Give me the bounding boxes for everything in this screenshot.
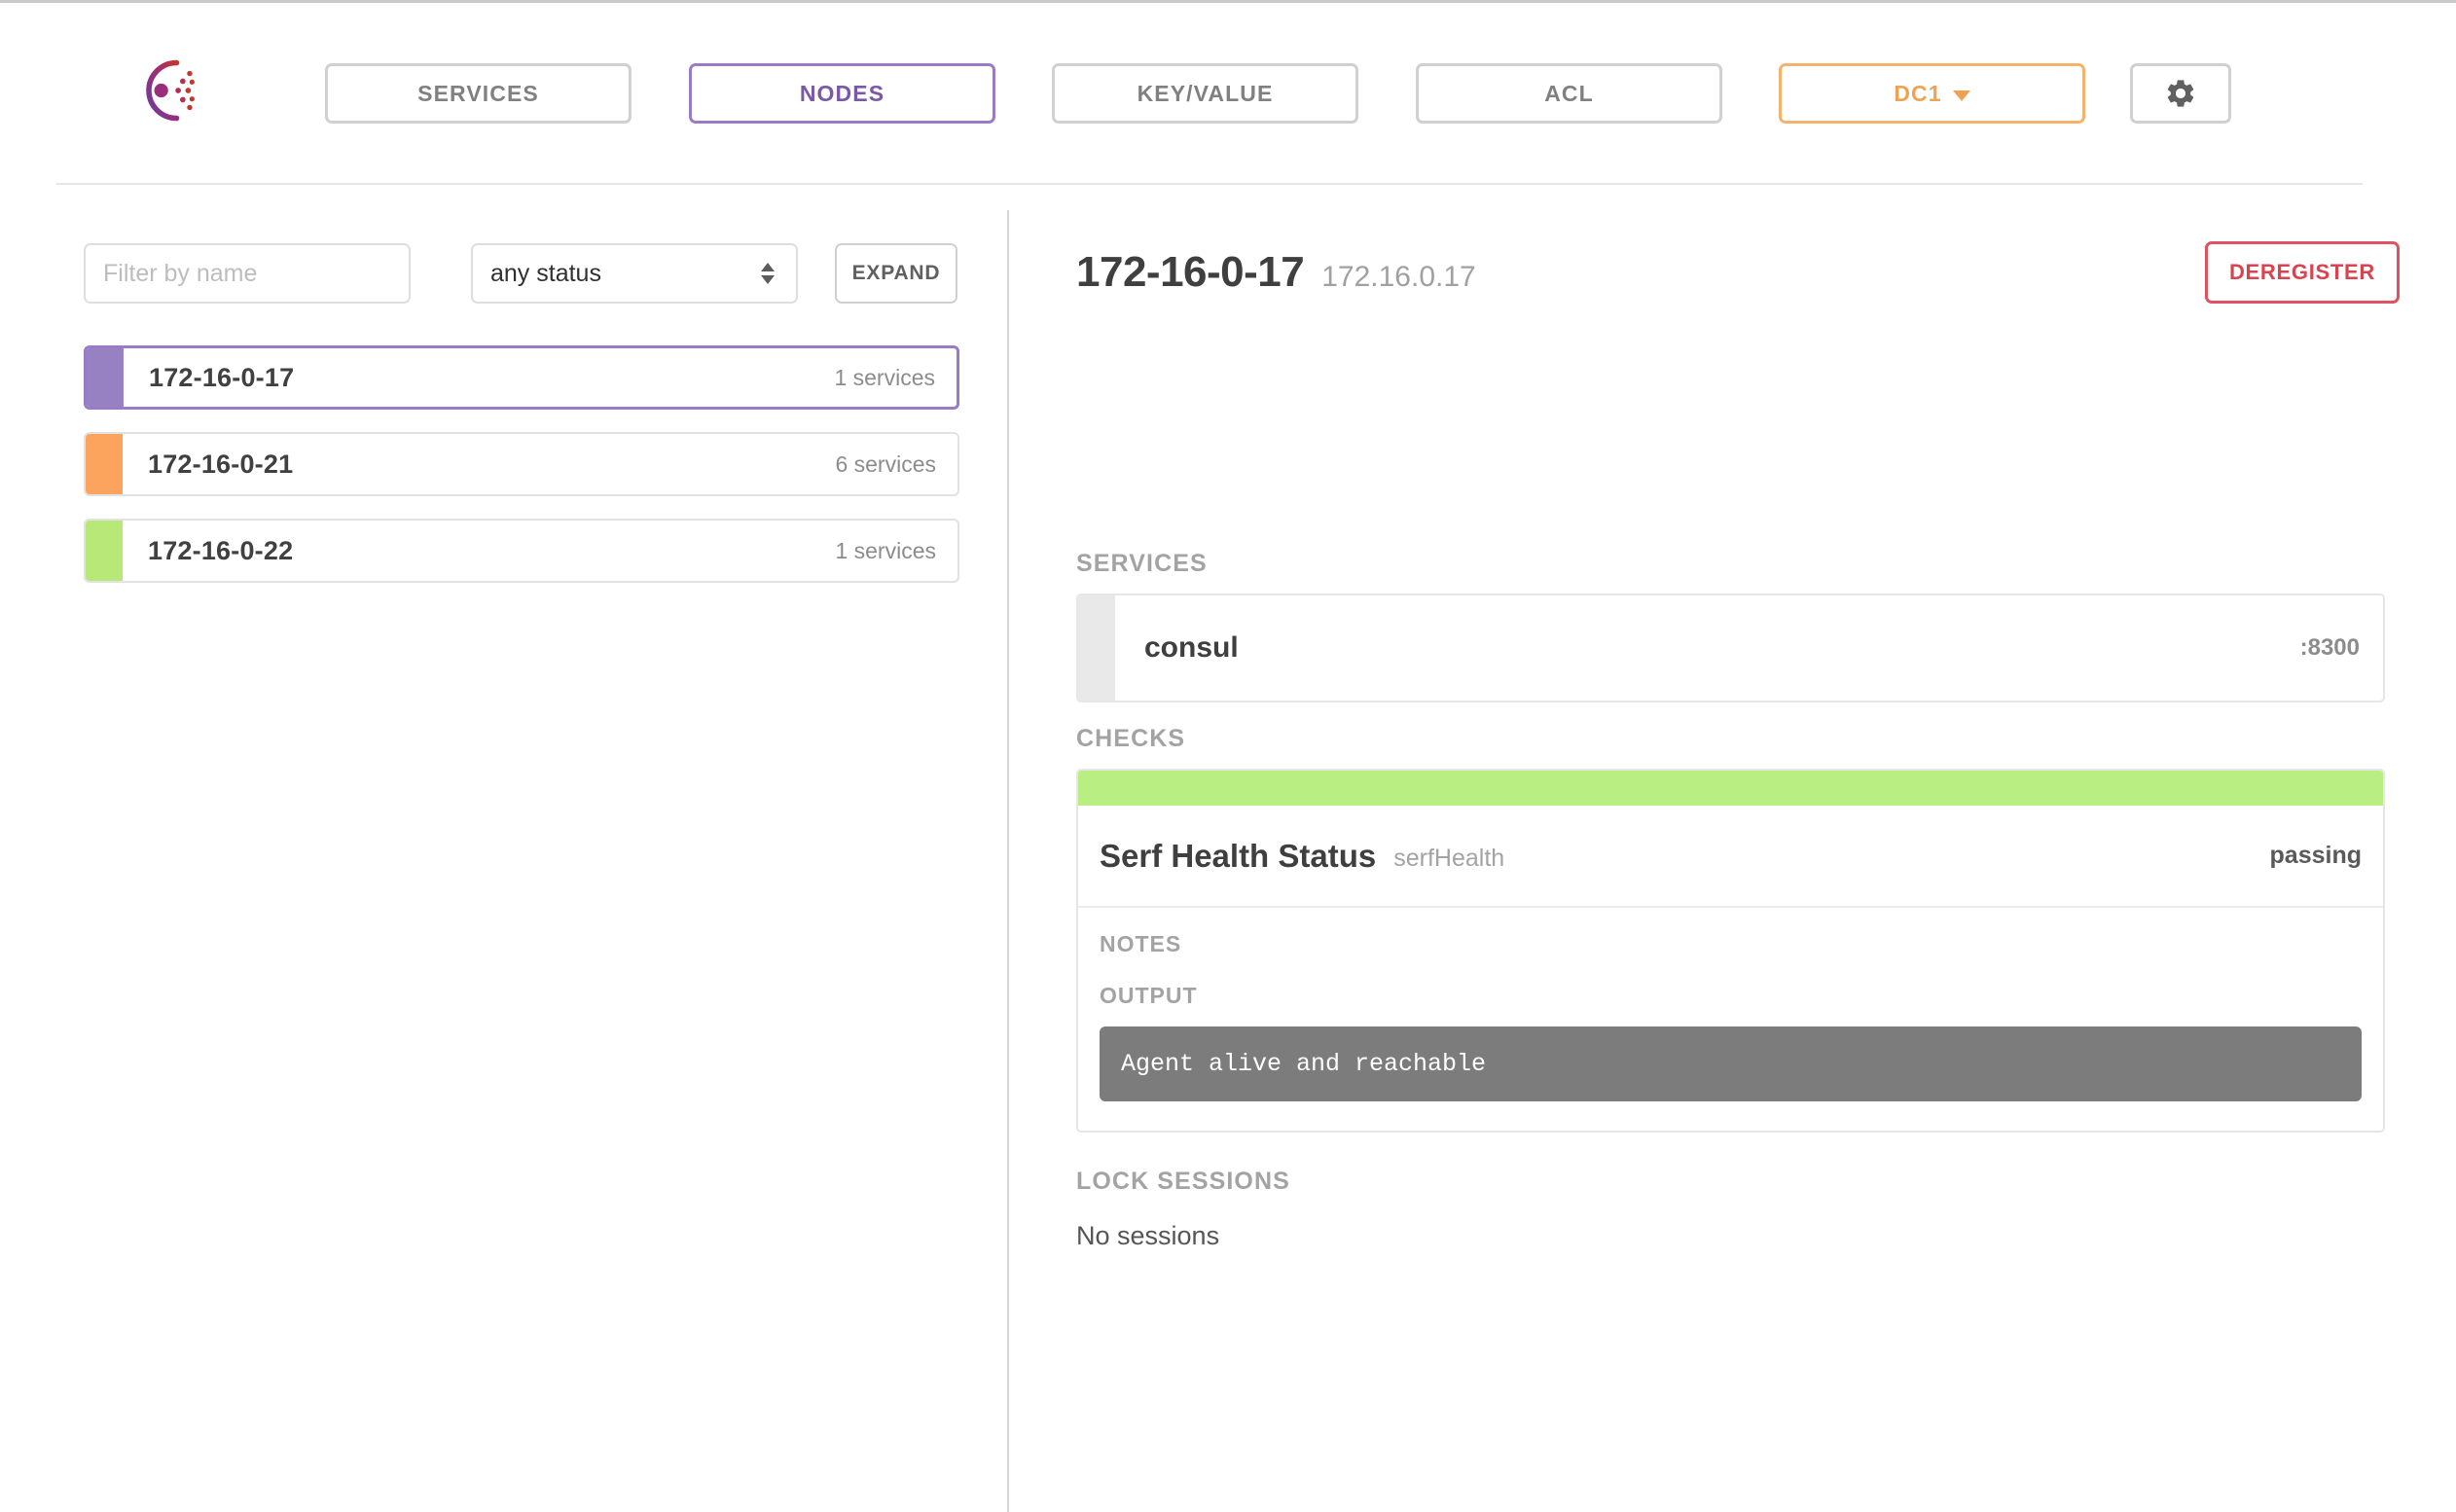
node-name: 172-16-0-22 (148, 536, 293, 566)
check-status-bar (1078, 771, 2383, 806)
datacenter-label: DC1 (1894, 81, 1941, 107)
tab-nodes-label: NODES (800, 81, 885, 107)
node-list-item-172-16-0-17[interactable]: 172-16-0-17 1 services (84, 345, 959, 410)
tab-nodes[interactable]: NODES (689, 63, 995, 124)
tab-acl[interactable]: ACL (1416, 63, 1722, 124)
select-arrows-icon (761, 263, 775, 284)
check-output: Agent alive and reachable (1100, 1026, 2362, 1101)
service-status-bar (1078, 595, 1115, 701)
expand-button-label: EXPAND (852, 262, 941, 285)
tab-acl-label: ACL (1544, 81, 1594, 107)
check-header: Serf Health Status serfHealth passing (1078, 806, 2383, 908)
node-name: 172-16-0-21 (148, 450, 293, 480)
deregister-button[interactable]: DEREGISTER (2205, 241, 2400, 304)
page-title: 172-16-0-17 (1076, 248, 1304, 297)
node-list-item-172-16-0-22[interactable]: 172-16-0-22 1 services (84, 519, 959, 583)
expand-button[interactable]: EXPAND (835, 243, 957, 304)
consul-logo-icon[interactable] (127, 54, 207, 127)
node-status-bar (86, 521, 123, 581)
filter-by-name-input[interactable] (84, 243, 411, 304)
node-name: 172-16-0-17 (149, 363, 294, 393)
check-id: serfHealth (1393, 845, 1504, 873)
tab-services[interactable]: SERVICES (325, 63, 632, 124)
node-detail-header: 172-16-0-17 172.16.0.17 DEREGISTER (1076, 224, 2400, 321)
node-service-count: 1 services (835, 538, 936, 564)
node-list-panel: any status EXPAND 172-16-0-17 1 services… (0, 195, 1008, 1512)
node-list: 172-16-0-17 1 services 172-16-0-21 6 ser… (84, 345, 959, 605)
status-badge: passing (2270, 842, 2362, 870)
service-port: :8300 (2300, 634, 2360, 662)
node-detail-panel: 172-16-0-17 172.16.0.17 DEREGISTER SERVI… (1008, 195, 2456, 1512)
node-status-bar (87, 348, 124, 407)
node-address: 172.16.0.17 (1321, 261, 1475, 294)
chevron-down-icon (1953, 90, 1970, 101)
output-label: OUTPUT (1100, 983, 2362, 1009)
node-status-bar (86, 434, 123, 494)
tab-services-label: SERVICES (417, 81, 539, 107)
lock-sessions-empty-text: No sessions (1076, 1221, 1219, 1251)
check-body: NOTES OUTPUT Agent alive and reachable (1078, 908, 2383, 1131)
gear-icon (2164, 77, 2197, 110)
filter-toolbar: any status EXPAND (84, 243, 957, 304)
services-section-label: SERVICES (1076, 550, 1208, 578)
check-name: Serf Health Status (1100, 838, 1376, 875)
lock-sessions-section-label: LOCK SESSIONS (1076, 1168, 1290, 1196)
tab-key-value[interactable]: KEY/VALUE (1052, 63, 1358, 124)
node-list-item-172-16-0-21[interactable]: 172-16-0-21 6 services (84, 432, 959, 496)
settings-button[interactable] (2130, 63, 2231, 124)
datacenter-selector[interactable]: DC1 (1779, 63, 2085, 124)
status-filter-select[interactable]: any status (471, 243, 798, 304)
header-divider (56, 183, 2363, 185)
service-name: consul (1144, 631, 1239, 665)
notes-label: NOTES (1100, 931, 2362, 957)
consul-logo-svg (127, 54, 207, 127)
checks-section-label: CHECKS (1076, 725, 1185, 753)
service-row-consul[interactable]: consul :8300 (1076, 594, 2385, 702)
deregister-button-label: DEREGISTER (2229, 260, 2375, 284)
app-header: SERVICES NODES KEY/VALUE ACL DC1 (0, 3, 2456, 184)
node-service-count: 1 services (834, 365, 935, 391)
check-card-serf-health: Serf Health Status serfHealth passing NO… (1076, 769, 2385, 1133)
status-filter-value: any status (490, 260, 601, 288)
node-service-count: 6 services (835, 451, 936, 478)
tab-key-value-label: KEY/VALUE (1138, 81, 1274, 107)
